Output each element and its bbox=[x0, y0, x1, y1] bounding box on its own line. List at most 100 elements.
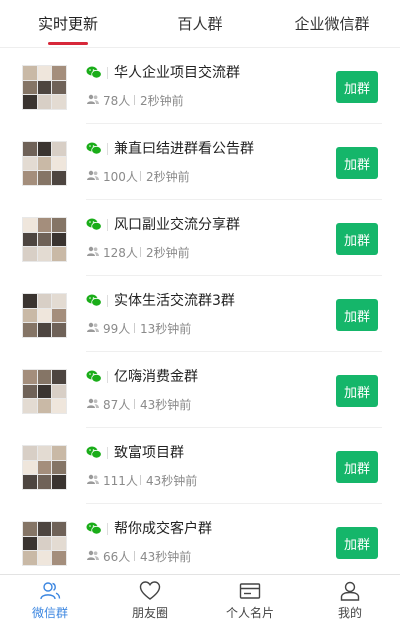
avatar-tile bbox=[23, 247, 37, 261]
card-icon bbox=[239, 583, 261, 599]
list-item[interactable]: 致富项目群 111人 43秒钟前 加群 bbox=[0, 428, 400, 504]
divider bbox=[134, 95, 135, 105]
avatar-tile bbox=[37, 370, 52, 384]
member-count: 111人 bbox=[103, 474, 138, 488]
nav-wechat-groups[interactable]: 微信群 bbox=[0, 575, 100, 623]
avatar-tile bbox=[23, 522, 37, 536]
list-item[interactable]: 亿嗨消费金群 87人 43秒钟前 加群 bbox=[0, 352, 400, 428]
avatar-tile bbox=[23, 294, 37, 308]
avatar-tile bbox=[52, 156, 66, 171]
bottom-nav: 微信群 朋友圈 个人名片 我的 bbox=[0, 574, 400, 623]
avatar-tile bbox=[37, 95, 52, 109]
group-avatar bbox=[22, 521, 67, 566]
join-group-button[interactable]: 加群 bbox=[336, 147, 378, 179]
member-count: 99人 bbox=[103, 322, 131, 336]
avatar-tile bbox=[52, 522, 66, 536]
group-name: 华人企业项目交流群 bbox=[114, 65, 240, 81]
avatar-tile bbox=[52, 399, 66, 413]
tab-label: 百人群 bbox=[177, 15, 223, 33]
tab-bar: 实时更新 百人群 企业微信群 bbox=[0, 0, 400, 48]
avatar-tile bbox=[23, 308, 37, 323]
join-group-button[interactable]: 加群 bbox=[336, 299, 378, 331]
avatar-tile bbox=[52, 384, 66, 399]
avatar-tile bbox=[52, 294, 66, 308]
avatar-tile bbox=[37, 522, 52, 536]
join-group-button[interactable]: 加群 bbox=[336, 451, 378, 483]
avatar-tile bbox=[37, 171, 52, 185]
list-item[interactable]: 华人企业项目交流群 78人 2秒钟前 加群 bbox=[0, 48, 400, 124]
avatar-tile bbox=[23, 551, 37, 565]
wechat-icon bbox=[86, 66, 102, 79]
avatar-tile bbox=[23, 171, 37, 185]
group-name: 亿嗨消费金群 bbox=[114, 369, 198, 385]
avatar-tile bbox=[23, 95, 37, 109]
avatar-tile bbox=[37, 551, 52, 565]
join-group-button[interactable]: 加群 bbox=[336, 527, 378, 559]
avatar-tile bbox=[23, 156, 37, 171]
avatar-tile bbox=[52, 475, 66, 489]
tab-label: 企业微信群 bbox=[294, 15, 370, 33]
avatar-tile bbox=[23, 460, 37, 475]
group-list: 华人企业项目交流群 78人 2秒钟前 加群 兼直曰结进群看公告群 100人 2秒… bbox=[0, 48, 400, 574]
members-icon bbox=[87, 550, 99, 560]
group-avatar bbox=[22, 293, 67, 338]
avatar-tile bbox=[23, 446, 37, 460]
people-icon bbox=[40, 582, 61, 600]
member-count: 87人 bbox=[103, 398, 131, 412]
avatar-tile bbox=[52, 460, 66, 475]
list-item[interactable]: 实体生活交流群3群 99人 13秒钟前 加群 bbox=[0, 276, 400, 352]
divider bbox=[107, 67, 108, 79]
avatar-tile bbox=[37, 66, 52, 80]
avatar-tile bbox=[52, 80, 66, 95]
group-avatar bbox=[22, 141, 67, 186]
update-time: 2秒钟前 bbox=[146, 170, 190, 184]
nav-moments[interactable]: 朋友圈 bbox=[100, 575, 200, 623]
avatar-tile bbox=[52, 551, 66, 565]
tab-enterprise-wechat[interactable]: 企业微信群 bbox=[264, 0, 400, 48]
update-time: 43秒钟前 bbox=[140, 550, 192, 564]
avatar-tile bbox=[23, 80, 37, 95]
avatar-tile bbox=[37, 218, 52, 232]
avatar-tile bbox=[52, 247, 66, 261]
divider bbox=[107, 447, 108, 459]
join-group-button[interactable]: 加群 bbox=[336, 223, 378, 255]
avatar-tile bbox=[52, 308, 66, 323]
avatar-tile bbox=[23, 536, 37, 551]
update-time: 2秒钟前 bbox=[146, 246, 190, 260]
avatar-tile bbox=[23, 232, 37, 247]
avatar-tile bbox=[37, 80, 52, 95]
divider bbox=[107, 523, 108, 535]
member-count: 100人 bbox=[103, 170, 138, 184]
divider bbox=[107, 295, 108, 307]
avatar-tile bbox=[52, 536, 66, 551]
avatar-tile bbox=[37, 232, 52, 247]
avatar-tile bbox=[23, 370, 37, 384]
nav-label: 我的 bbox=[337, 606, 362, 620]
group-name: 兼直曰结进群看公告群 bbox=[114, 141, 254, 157]
tab-realtime[interactable]: 实时更新 bbox=[0, 0, 136, 48]
wechat-icon bbox=[86, 370, 102, 383]
nav-business-card[interactable]: 个人名片 bbox=[200, 575, 300, 623]
list-item[interactable]: 帮你成交客户群 66人 43秒钟前 加群 bbox=[0, 504, 400, 574]
tab-hundred-groups[interactable]: 百人群 bbox=[136, 0, 264, 48]
nav-mine[interactable]: 我的 bbox=[300, 575, 400, 623]
divider bbox=[134, 551, 135, 561]
join-group-button[interactable]: 加群 bbox=[336, 71, 378, 103]
avatar-tile bbox=[52, 323, 66, 337]
heart-icon bbox=[139, 581, 161, 600]
list-item[interactable]: 兼直曰结进群看公告群 100人 2秒钟前 加群 bbox=[0, 124, 400, 200]
nav-label: 微信群 bbox=[31, 606, 68, 620]
avatar-tile bbox=[37, 399, 52, 413]
join-group-button[interactable]: 加群 bbox=[336, 375, 378, 407]
avatar-tile bbox=[23, 218, 37, 232]
group-avatar bbox=[22, 217, 67, 262]
avatar-tile bbox=[23, 142, 37, 156]
wechat-icon bbox=[86, 446, 102, 459]
list-item[interactable]: 风口副业交流分享群 128人 2秒钟前 加群 bbox=[0, 200, 400, 276]
avatar-tile bbox=[37, 475, 52, 489]
wechat-icon bbox=[86, 218, 102, 231]
nav-label: 朋友圈 bbox=[131, 606, 168, 620]
update-time: 13秒钟前 bbox=[140, 322, 192, 336]
avatar-tile bbox=[52, 142, 66, 156]
divider bbox=[107, 143, 108, 155]
